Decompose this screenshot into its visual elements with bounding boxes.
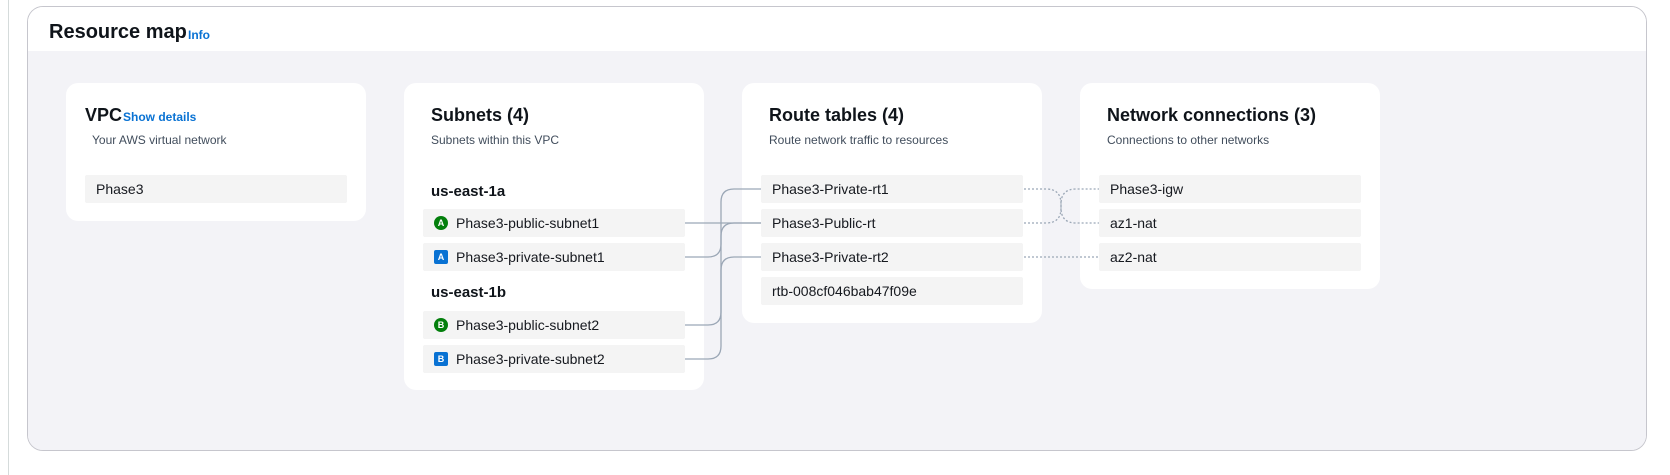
availability-zone-label: us-east-1a — [431, 183, 506, 200]
route-table-item-label: Phase3-Private-rt2 — [772, 249, 889, 265]
route-tables-card-title: Route tables (4) — [769, 105, 905, 125]
vpc-item-label: Phase3 — [96, 181, 144, 197]
subnets-card-description: Subnets within this VPC — [431, 133, 560, 147]
subnet-item-label: Phase3-public-subnet1 — [456, 215, 600, 231]
subnet-item[interactable]: A Phase3-private-subnet1 — [423, 243, 685, 271]
network-connection-item[interactable]: az2-nat — [1099, 243, 1361, 271]
route-table-item[interactable]: rtb-008cf046bab47f09e — [761, 277, 1023, 305]
route-tables-card-description: Route network traffic to resources — [769, 133, 949, 147]
route-table-item[interactable]: Phase3-Private-rt1 — [761, 175, 1023, 203]
info-link[interactable]: Info — [188, 28, 210, 42]
resource-map-container: Resource map Info VPC Show details Your … — [27, 6, 1647, 451]
route-table-item-label: rtb-008cf046bab47f09e — [772, 283, 917, 299]
network-connections-card: Network connections (3) Connections to o… — [1080, 83, 1380, 289]
subnet-item-label: Phase3-public-subnet2 — [456, 317, 600, 333]
route-table-item-label: Phase3-Private-rt1 — [772, 181, 889, 197]
network-connections-card-description: Connections to other networks — [1107, 133, 1270, 147]
vpc-card: VPC Show details Your AWS virtual networ… — [66, 83, 366, 221]
network-connections-card-title: Network connections (3) — [1107, 105, 1317, 125]
route-tables-card: Route tables (4) Route network traffic t… — [742, 83, 1042, 323]
subnets-card-title: Subnets (4) — [431, 105, 530, 125]
vpc-item[interactable]: Phase3 — [85, 175, 347, 203]
network-connection-item-label: Phase3-igw — [1110, 181, 1184, 197]
vpc-card-description: Your AWS virtual network — [92, 133, 227, 147]
subnets-card: Subnets (4) Subnets within this VPC us-e… — [404, 83, 704, 390]
private-subnet-badge-icon: B — [434, 352, 448, 366]
vpc-card-title: VPC — [85, 105, 123, 125]
resource-map-header: Resource map Info — [28, 7, 1646, 51]
public-subnet-badge-icon: A — [434, 216, 448, 230]
network-connection-item-label: az2-nat — [1110, 249, 1157, 265]
subnet-item[interactable]: B Phase3-private-subnet2 — [423, 345, 685, 373]
private-subnet-badge-icon: A — [434, 250, 448, 264]
route-table-item[interactable]: Phase3-Public-rt — [761, 209, 1023, 237]
resource-map-canvas: VPC Show details Your AWS virtual networ… — [28, 51, 1646, 450]
network-connection-item-label: az1-nat — [1110, 215, 1157, 231]
subnet-item-label: Phase3-private-subnet2 — [456, 351, 605, 367]
route-table-item[interactable]: Phase3-Private-rt2 — [761, 243, 1023, 271]
route-table-item-label: Phase3-Public-rt — [772, 215, 876, 231]
public-subnet-badge-icon: B — [434, 318, 448, 332]
network-connection-item[interactable]: Phase3-igw — [1099, 175, 1361, 203]
network-connection-item[interactable]: az1-nat — [1099, 209, 1361, 237]
subnet-item[interactable]: A Phase3-public-subnet1 — [423, 209, 685, 237]
show-details-link[interactable]: Show details — [123, 110, 196, 124]
subnet-item[interactable]: B Phase3-public-subnet2 — [423, 311, 685, 339]
subnet-item-label: Phase3-private-subnet1 — [456, 249, 605, 265]
availability-zone-label: us-east-1b — [431, 284, 507, 301]
resource-map-title: Resource map — [49, 21, 187, 43]
left-edge-divider — [0, 0, 9, 475]
